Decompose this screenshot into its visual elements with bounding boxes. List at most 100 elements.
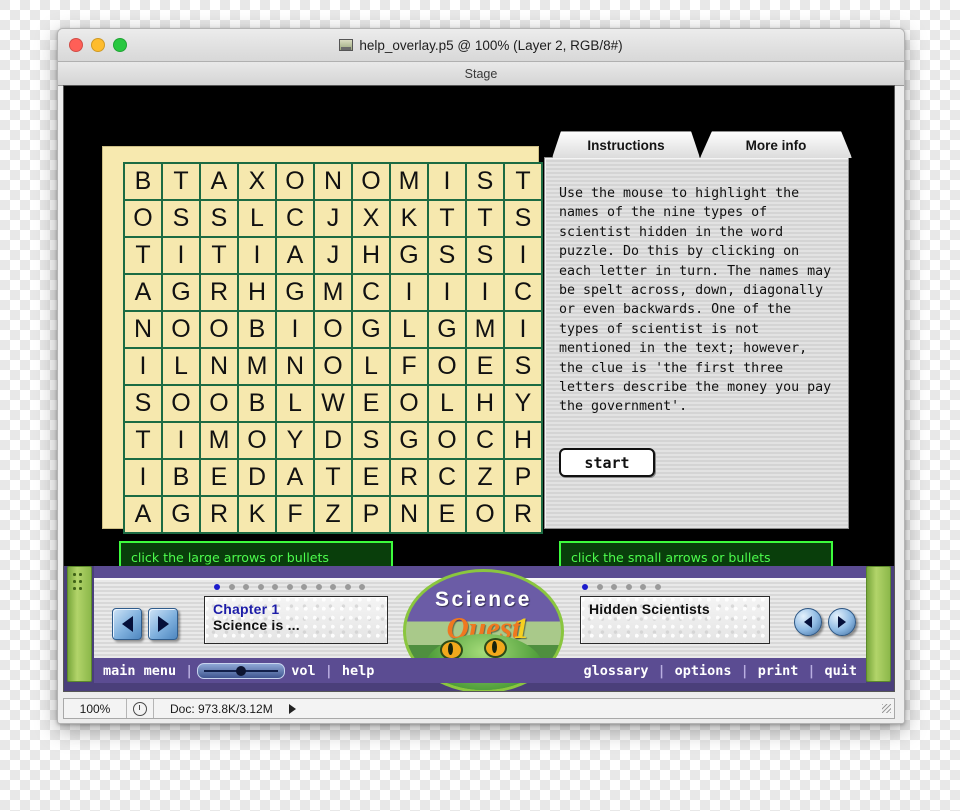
menu-item-print[interactable]: print xyxy=(749,663,808,679)
puzzle-cell[interactable]: H xyxy=(505,423,541,458)
puzzle-cell[interactable]: L xyxy=(353,349,389,384)
puzzle-cell[interactable]: O xyxy=(201,312,237,347)
chapter-bullets[interactable] xyxy=(214,584,365,590)
puzzle-cell[interactable]: O xyxy=(125,201,161,236)
puzzle-cell[interactable]: G xyxy=(429,312,465,347)
zoom-button[interactable] xyxy=(113,38,127,52)
puzzle-cell[interactable]: R xyxy=(505,497,541,532)
puzzle-cell[interactable]: O xyxy=(239,423,275,458)
puzzle-cell[interactable]: S xyxy=(467,164,503,199)
nav-bullet[interactable] xyxy=(359,584,365,590)
puzzle-cell[interactable]: B xyxy=(239,312,275,347)
puzzle-cell[interactable]: O xyxy=(163,386,199,421)
puzzle-cell[interactable]: I xyxy=(505,238,541,273)
menu-item-glossary[interactable]: glossary xyxy=(574,663,657,679)
puzzle-cell[interactable]: I xyxy=(125,349,161,384)
chapter-prev-button[interactable] xyxy=(112,608,142,640)
puzzle-cell[interactable]: K xyxy=(391,201,427,236)
puzzle-cell[interactable]: N xyxy=(125,312,161,347)
status-menu-triangle-right-icon[interactable] xyxy=(288,703,296,714)
puzzle-cell[interactable]: I xyxy=(239,238,275,273)
puzzle-cell[interactable]: Y xyxy=(505,386,541,421)
menu-item-vol[interactable]: vol xyxy=(289,663,324,679)
volume-slider-knob[interactable] xyxy=(236,665,247,676)
puzzle-cell[interactable]: W xyxy=(315,386,351,421)
nav-bullet[interactable] xyxy=(582,584,588,590)
puzzle-cell[interactable]: G xyxy=(163,497,199,532)
puzzle-cell[interactable]: A xyxy=(277,238,313,273)
puzzle-cell[interactable]: H xyxy=(353,238,389,273)
puzzle-cell[interactable]: E xyxy=(353,386,389,421)
puzzle-cell[interactable]: L xyxy=(163,349,199,384)
puzzle-cell[interactable]: I xyxy=(429,164,465,199)
puzzle-cell[interactable]: S xyxy=(353,423,389,458)
puzzle-cell[interactable]: B xyxy=(163,460,199,495)
puzzle-cell[interactable]: N xyxy=(315,164,351,199)
activity-next-button[interactable] xyxy=(828,608,856,636)
minimize-button[interactable] xyxy=(91,38,105,52)
nav-bullet[interactable] xyxy=(625,584,632,590)
menu-item-main-menu[interactable]: main menu xyxy=(94,663,185,679)
puzzle-cell[interactable]: O xyxy=(315,349,351,384)
puzzle-cell[interactable]: T xyxy=(201,238,237,273)
nav-bullet[interactable] xyxy=(214,584,220,590)
puzzle-cell[interactable]: O xyxy=(277,164,313,199)
puzzle-cell[interactable]: F xyxy=(391,349,427,384)
puzzle-cell[interactable]: O xyxy=(391,386,427,421)
puzzle-cell[interactable]: A xyxy=(125,497,161,532)
resize-grip-icon[interactable] xyxy=(882,704,891,713)
nav-bullet[interactable] xyxy=(243,584,249,590)
puzzle-cell[interactable]: G xyxy=(353,312,389,347)
activity-prev-button[interactable] xyxy=(794,608,822,636)
nav-bullet[interactable] xyxy=(344,584,351,590)
puzzle-cell[interactable]: I xyxy=(429,275,465,310)
puzzle-cell[interactable]: C xyxy=(429,460,465,495)
puzzle-cell[interactable]: O xyxy=(353,164,389,199)
nav-bullet[interactable] xyxy=(640,584,646,590)
puzzle-cell[interactable]: J xyxy=(315,238,351,273)
puzzle-cell[interactable]: S xyxy=(125,386,161,421)
puzzle-cell[interactable]: X xyxy=(353,201,389,236)
start-button[interactable]: start xyxy=(559,448,655,477)
puzzle-cell[interactable]: T xyxy=(505,164,541,199)
puzzle-cell[interactable]: O xyxy=(315,312,351,347)
puzzle-cell[interactable]: I xyxy=(163,238,199,273)
nav-bullet[interactable] xyxy=(272,584,278,590)
puzzle-cell[interactable]: N xyxy=(277,349,313,384)
tab-instructions[interactable]: Instructions xyxy=(552,131,700,158)
puzzle-cell[interactable]: I xyxy=(163,423,199,458)
puzzle-cell[interactable]: T xyxy=(429,201,465,236)
chapter-textbox[interactable]: Chapter 1 Science is ... xyxy=(204,596,388,644)
puzzle-cell[interactable]: N xyxy=(201,349,237,384)
chapter-next-button[interactable] xyxy=(148,608,178,640)
menu-item-quit[interactable]: quit xyxy=(815,663,866,679)
menu-item-help[interactable]: help xyxy=(333,663,384,679)
puzzle-cell[interactable]: Z xyxy=(315,497,351,532)
word-search-grid[interactable]: BTAXONOMISTOSSLCJXKTTSTITIAJHGSSIAGRHGMC… xyxy=(123,162,543,534)
activity-bullets[interactable] xyxy=(582,584,661,590)
puzzle-cell[interactable]: P xyxy=(353,497,389,532)
puzzle-cell[interactable]: S xyxy=(201,201,237,236)
puzzle-cell[interactable]: H xyxy=(239,275,275,310)
puzzle-cell[interactable]: T xyxy=(163,164,199,199)
puzzle-cell[interactable]: C xyxy=(277,201,313,236)
puzzle-cell[interactable]: I xyxy=(277,312,313,347)
nav-bullet[interactable] xyxy=(286,584,293,590)
puzzle-cell[interactable]: M xyxy=(239,349,275,384)
puzzle-cell[interactable]: X xyxy=(239,164,275,199)
puzzle-cell[interactable]: G xyxy=(391,238,427,273)
puzzle-cell[interactable]: P xyxy=(505,460,541,495)
puzzle-cell[interactable]: D xyxy=(315,423,351,458)
menu-item-options[interactable]: options xyxy=(666,663,741,679)
puzzle-cell[interactable]: G xyxy=(277,275,313,310)
puzzle-cell[interactable]: N xyxy=(391,497,427,532)
puzzle-cell[interactable]: L xyxy=(239,201,275,236)
puzzle-cell[interactable]: O xyxy=(467,497,503,532)
nav-bullet[interactable] xyxy=(257,584,264,590)
puzzle-cell[interactable]: C xyxy=(353,275,389,310)
puzzle-cell[interactable]: R xyxy=(201,275,237,310)
activity-textbox[interactable]: Hidden Scientists xyxy=(580,596,770,644)
nav-bullet[interactable] xyxy=(301,584,307,590)
zoom-level-field[interactable]: 100% xyxy=(64,699,127,718)
puzzle-cell[interactable]: C xyxy=(467,423,503,458)
